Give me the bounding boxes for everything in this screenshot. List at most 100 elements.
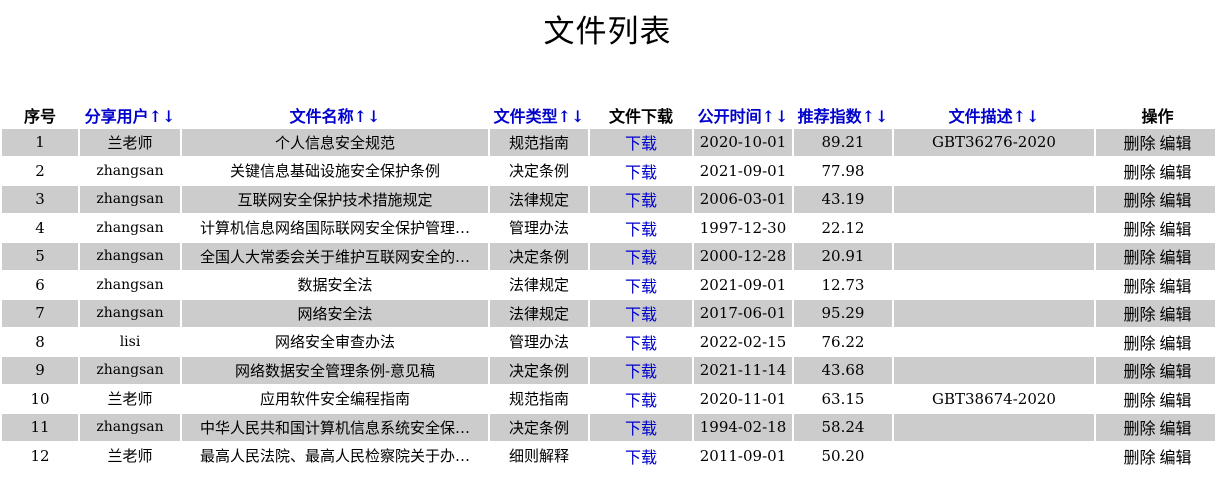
cell-score: 12.73 — [794, 271, 892, 298]
cell-download: 下载 — [590, 442, 692, 469]
page-title: 文件列表 — [543, 14, 672, 50]
edit-button[interactable]: 编辑 — [1160, 391, 1192, 410]
delete-button[interactable]: 删除 — [1123, 362, 1155, 381]
col-header-filetype-sort[interactable]: 文件类型↑↓ — [490, 103, 588, 127]
cell-file-type: 法律规定 — [490, 186, 588, 213]
cell-score: 77.98 — [794, 157, 892, 184]
table-row: 11 zhangsan 中华人民共和国计算机信息系统安全保… 决定条例 下载 1994-0… — [2, 414, 1215, 441]
table-row: 12 兰老师 最高人民法院、最高人民检察院关于办… 细则解释 下载 2011-09-01 5… — [2, 442, 1215, 469]
delete-button[interactable]: 删除 — [1123, 248, 1155, 267]
cell-download: 下载 — [590, 328, 692, 355]
cell-file-name: 互联网安全保护技术措施规定 — [182, 186, 488, 213]
col-header-user-sort[interactable]: 分享用户↑↓ — [80, 103, 180, 127]
cell-actions: 删除 编辑 — [1096, 442, 1215, 469]
edit-button[interactable]: 编辑 — [1160, 163, 1192, 182]
cell-file-name: 全国人大常委会关于维护互联网安全的… — [182, 243, 488, 270]
cell-file-type: 决定条例 — [490, 243, 588, 270]
delete-button[interactable]: 删除 — [1123, 191, 1155, 210]
cell-index: 6 — [2, 271, 78, 298]
delete-button[interactable]: 删除 — [1123, 334, 1155, 353]
col-header-filename-sort[interactable]: 文件名称↑↓ — [182, 103, 488, 127]
cell-file-name: 计算机信息网络国际联网安全保护管理… — [182, 214, 488, 241]
cell-file-type: 法律规定 — [490, 300, 588, 327]
cell-public-date: 2020-11-01 — [694, 385, 792, 412]
cell-public-date: 2021-09-01 — [694, 271, 792, 298]
download-link[interactable]: 下载 — [625, 277, 657, 296]
cell-description — [894, 300, 1094, 327]
edit-button[interactable]: 编辑 — [1160, 334, 1192, 353]
cell-actions: 删除 编辑 — [1096, 300, 1215, 327]
download-link[interactable]: 下载 — [625, 334, 657, 353]
table-row: 2 zhangsan 关键信息基础设施安全保护条例 决定条例 下载 2021-09-01 7… — [2, 157, 1215, 184]
cell-actions: 删除 编辑 — [1096, 186, 1215, 213]
delete-button[interactable]: 删除 — [1123, 277, 1155, 296]
edit-button[interactable]: 编辑 — [1160, 134, 1192, 153]
table-row: 1 兰老师 个人信息安全规范 规范指南 下载 2020-10-01 89.21 GBT3627… — [2, 129, 1215, 156]
cell-file-type: 管理办法 — [490, 214, 588, 241]
download-link[interactable]: 下载 — [625, 163, 657, 182]
cell-index: 11 — [2, 414, 78, 441]
download-link[interactable]: 下载 — [625, 305, 657, 324]
cell-share-user: zhangsan — [80, 357, 180, 384]
table-row: 4 zhangsan 计算机信息网络国际联网安全保护管理… 管理办法 下载 1997-12… — [2, 214, 1215, 241]
delete-button[interactable]: 删除 — [1123, 163, 1155, 182]
delete-button[interactable]: 删除 — [1123, 134, 1155, 153]
cell-file-type: 规范指南 — [490, 129, 588, 156]
col-header-index: 序号 — [23, 107, 56, 126]
cell-actions: 删除 编辑 — [1096, 385, 1215, 412]
cell-description: GBT38674-2020 — [894, 385, 1094, 412]
download-link[interactable]: 下载 — [625, 220, 657, 239]
edit-button[interactable]: 编辑 — [1160, 248, 1192, 267]
cell-file-type: 细则解释 — [490, 442, 588, 469]
cell-download: 下载 — [590, 385, 692, 412]
cell-actions: 删除 编辑 — [1096, 271, 1215, 298]
download-link[interactable]: 下载 — [625, 134, 657, 153]
cell-score: 58.24 — [794, 414, 892, 441]
cell-file-type: 管理办法 — [490, 328, 588, 355]
download-link[interactable]: 下载 — [625, 448, 657, 467]
edit-button[interactable]: 编辑 — [1160, 305, 1192, 324]
edit-button[interactable]: 编辑 — [1160, 277, 1192, 296]
delete-button[interactable]: 删除 — [1123, 305, 1155, 324]
col-header-date-sort[interactable]: 公开时间↑↓ — [694, 103, 792, 127]
cell-public-date: 2021-09-01 — [694, 157, 792, 184]
cell-actions: 删除 编辑 — [1096, 243, 1215, 270]
download-link[interactable]: 下载 — [625, 362, 657, 381]
download-link[interactable]: 下载 — [625, 248, 657, 267]
delete-button[interactable]: 删除 — [1123, 448, 1155, 467]
cell-actions: 删除 编辑 — [1096, 328, 1215, 355]
cell-share-user: zhangsan — [80, 414, 180, 441]
edit-button[interactable]: 编辑 — [1160, 419, 1192, 438]
file-table: 序号 分享用户↑↓ 文件名称↑↓ 文件类型↑↓ 文件下载 公开时间↑↓ 推荐指数… — [0, 101, 1215, 471]
download-link[interactable]: 下载 — [625, 391, 657, 410]
cell-file-name: 网络安全法 — [182, 300, 488, 327]
edit-button[interactable]: 编辑 — [1160, 220, 1192, 239]
cell-download: 下载 — [590, 357, 692, 384]
delete-button[interactable]: 删除 — [1123, 419, 1155, 438]
cell-description: GBT36276-2020 — [894, 129, 1094, 156]
cell-file-name: 关键信息基础设施安全保护条例 — [182, 157, 488, 184]
download-link[interactable]: 下载 — [625, 191, 657, 210]
cell-file-type: 决定条例 — [490, 157, 588, 184]
edit-button[interactable]: 编辑 — [1160, 448, 1192, 467]
cell-public-date: 2021-11-14 — [694, 357, 792, 384]
cell-actions: 删除 编辑 — [1096, 414, 1215, 441]
cell-file-name: 最高人民法院、最高人民检察院关于办… — [182, 442, 488, 469]
cell-actions: 删除 编辑 — [1096, 357, 1215, 384]
download-link[interactable]: 下载 — [625, 419, 657, 438]
delete-button[interactable]: 删除 — [1123, 220, 1155, 239]
cell-share-user: zhangsan — [80, 271, 180, 298]
delete-button[interactable]: 删除 — [1123, 391, 1155, 410]
cell-description — [894, 243, 1094, 270]
edit-button[interactable]: 编辑 — [1160, 362, 1192, 381]
edit-button[interactable]: 编辑 — [1160, 191, 1192, 210]
table-row: 8 lisi 网络安全审查办法 管理办法 下载 2022-02-15 76.22 删除 编辑 — [2, 328, 1215, 355]
cell-share-user: zhangsan — [80, 300, 180, 327]
cell-score: 63.15 — [794, 385, 892, 412]
cell-score: 43.68 — [794, 357, 892, 384]
col-header-desc-sort[interactable]: 文件描述↑↓ — [894, 103, 1094, 127]
cell-index: 7 — [2, 300, 78, 327]
table-row: 6 zhangsan 数据安全法 法律规定 下载 2021-09-01 12.73 删除 编辑 — [2, 271, 1215, 298]
cell-public-date: 2006-03-01 — [694, 186, 792, 213]
col-header-score-sort[interactable]: 推荐指数↑↓ — [794, 103, 892, 127]
